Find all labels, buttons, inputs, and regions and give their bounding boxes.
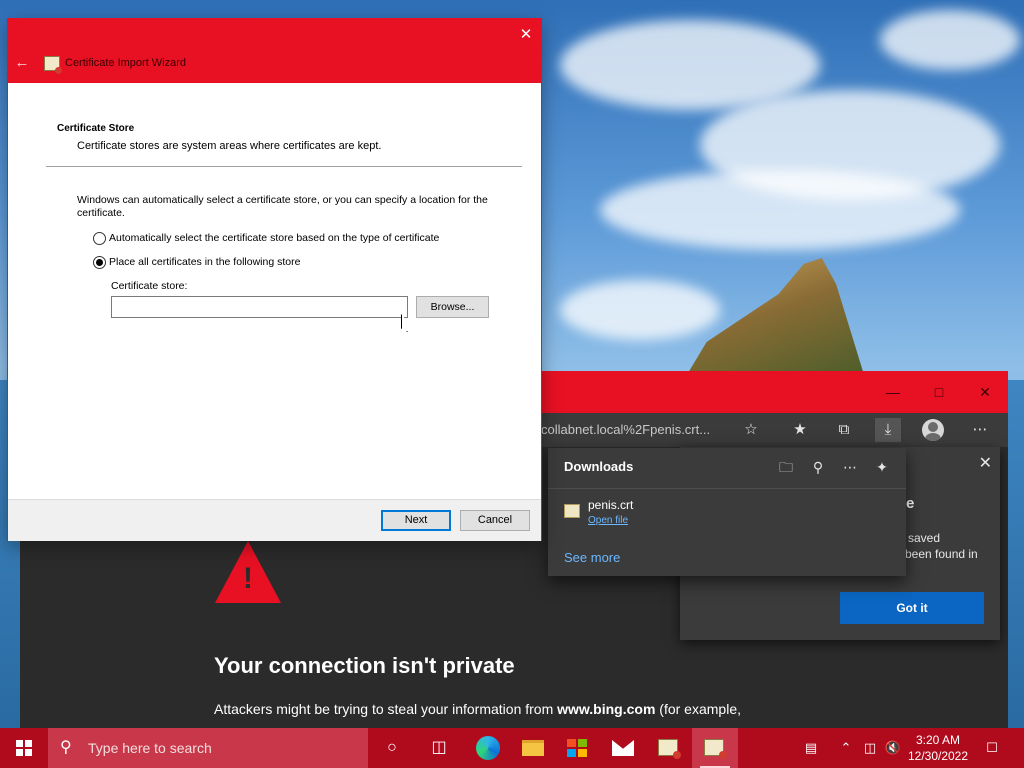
windows-logo-icon — [16, 740, 32, 756]
file-explorer-button[interactable] — [510, 728, 556, 768]
downloads-flyout: Downloads 🗀 ⚲ ⋯ ✦ penis.crt Open file Se… — [548, 448, 906, 576]
taskbar-search[interactable]: ⚲ Type here to search — [48, 728, 368, 768]
store-description: Windows can automatically select a certi… — [77, 194, 488, 219]
more-options-icon[interactable]: ⋯ — [967, 418, 993, 442]
edge-icon — [476, 736, 500, 760]
clock-time: 3:20 AM — [915, 733, 961, 747]
chevron-up-icon[interactable]: ⌃ — [836, 728, 856, 768]
certificate-icon — [704, 739, 727, 759]
see-more-link[interactable]: See more — [564, 550, 620, 565]
certificate-icon — [44, 56, 62, 74]
pin-icon[interactable]: ✦ — [870, 456, 894, 478]
task-view-icon[interactable]: ◫ — [416, 728, 462, 768]
back-arrow-icon[interactable]: ← — [12, 53, 32, 73]
add-favorite-icon[interactable]: ☆ — [738, 418, 764, 442]
section-subheading: Certificate stores are system areas wher… — [77, 140, 382, 152]
wizard-titlebar: ✕ ← Certificate Import Wizard — [8, 19, 541, 83]
open-file-link[interactable]: Open file — [588, 515, 628, 526]
downloads-icon[interactable]: ⤓ — [875, 418, 901, 442]
downloads-title: Downloads — [564, 459, 634, 474]
wizard-footer: Next Cancel — [8, 499, 541, 541]
next-button[interactable]: Next — [381, 510, 451, 531]
maximize-icon[interactable]: □ — [924, 377, 954, 407]
store-button[interactable] — [554, 728, 600, 768]
more-icon[interactable]: ⋯ — [838, 456, 862, 478]
privacy-error-title: Your connection isn't private — [214, 653, 515, 678]
folder-icon — [522, 740, 544, 756]
certificate-manager-button[interactable] — [646, 728, 692, 768]
certificate-wizard-button[interactable] — [692, 728, 738, 768]
start-button[interactable] — [0, 728, 48, 768]
search-placeholder: Type here to search — [88, 740, 212, 756]
minimize-icon[interactable]: — — [878, 377, 908, 407]
got-it-button[interactable]: Got it — [840, 592, 984, 624]
divider — [46, 166, 522, 167]
store-icon — [567, 739, 587, 757]
wizard-title: Certificate Import Wizard — [65, 57, 187, 69]
edge-taskbar-button[interactable] — [464, 728, 510, 768]
volume-muted-icon[interactable]: 🔇 — [882, 728, 904, 768]
privacy-error-text: Attackers might be trying to steal your … — [214, 701, 741, 717]
favorites-icon[interactable]: ★ — [787, 418, 813, 442]
browse-button[interactable]: Browse... — [416, 296, 489, 318]
mail-icon — [612, 740, 634, 756]
certificate-store-field[interactable] — [111, 296, 408, 318]
place-in-store-radio[interactable] — [93, 256, 106, 269]
profile-avatar[interactable] — [922, 419, 944, 441]
download-file-name[interactable]: penis.crt — [588, 498, 633, 512]
notifications-icon[interactable]: ☐ — [980, 728, 1004, 768]
auto-select-radio[interactable] — [93, 232, 106, 245]
taskbar: ⚲ Type here to search ○ ◫ ▤ ⌃ ◫ 🔇 3:20 A… — [0, 728, 1024, 768]
clock[interactable]: 3:20 AM 12/30/2022 — [902, 732, 974, 764]
address-bar-text[interactable]: collabnet.local%2Fpenis.crt... — [541, 422, 710, 437]
news-icon[interactable]: ▤ — [796, 728, 826, 768]
tip-close-icon[interactable]: ✕ — [979, 453, 992, 473]
certificate-file-icon — [564, 504, 580, 518]
search-icon: ⚲ — [60, 739, 72, 756]
search-icon[interactable]: ⚲ — [806, 456, 830, 478]
clock-date: 12/30/2022 — [907, 749, 969, 763]
cortana-icon[interactable]: ○ — [369, 728, 415, 768]
section-heading: Certificate Store — [57, 123, 135, 134]
collections-icon[interactable]: ⧉ — [831, 418, 857, 442]
cancel-button[interactable]: Cancel — [460, 510, 530, 531]
mail-button[interactable] — [600, 728, 646, 768]
certificate-store-label: Certificate store: — [111, 280, 188, 292]
close-icon[interactable]: ✕ — [970, 377, 1000, 407]
certificate-import-wizard[interactable]: ✕ ← Certificate Import Wizard Certificat… — [7, 18, 542, 541]
close-icon[interactable]: ✕ — [514, 23, 538, 47]
open-folder-icon[interactable]: 🗀 — [774, 456, 798, 478]
network-icon[interactable]: ◫ — [858, 728, 882, 768]
certificate-icon — [658, 739, 681, 759]
